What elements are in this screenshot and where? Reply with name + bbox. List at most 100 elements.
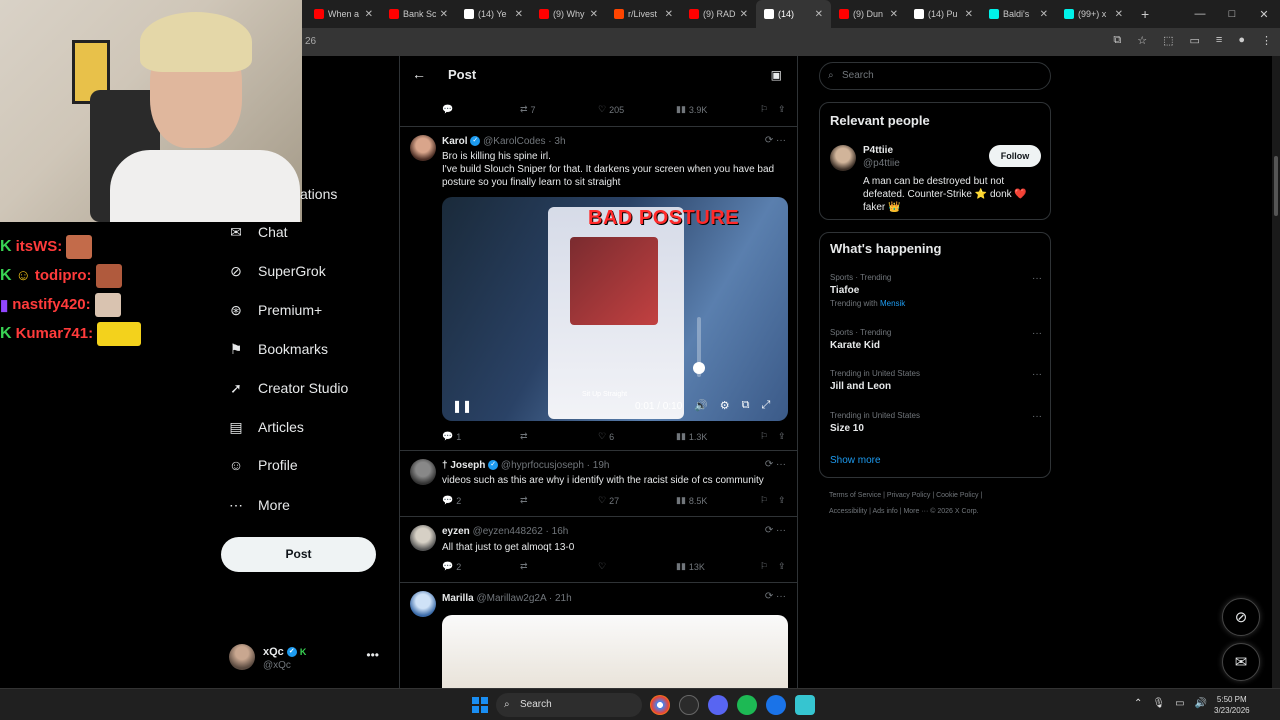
share-icon[interactable]: ⇪	[778, 431, 786, 442]
scrollbar-thumb[interactable]	[1274, 156, 1278, 216]
more-icon[interactable]: ⟳ ···	[765, 135, 786, 146]
more-icon[interactable]: ⟳ ···	[765, 459, 786, 470]
microphone-icon[interactable]: 🎙	[1152, 698, 1165, 709]
tweet[interactable]: eyzen @eyzen448262 · 16h ⟳ ··· All that …	[400, 516, 797, 582]
tweet[interactable]: † Joseph ✓ @hyprfocusjoseph · 19h ⟳ ··· …	[400, 450, 797, 516]
sidebar-item-creator-studio[interactable]: ➚ Creator Studio	[228, 380, 348, 397]
profile-icon[interactable]: ●	[1238, 34, 1245, 47]
tab-close-icon[interactable]: ✕	[515, 9, 523, 20]
reply-icon[interactable]: 💬	[442, 104, 453, 115]
back-arrow-icon[interactable]: ←	[412, 66, 426, 82]
maximize-button[interactable]: □	[1216, 8, 1248, 20]
like-button[interactable]: ♡ 27	[598, 495, 619, 506]
reply-button[interactable]: 💬 2	[442, 561, 461, 572]
footer-line[interactable]: Accessibility | Ads info | More ··· © 20…	[829, 504, 1049, 520]
share-icon[interactable]: ⇪	[778, 104, 786, 115]
views-button[interactable]: ▮▮ 1.3K	[676, 431, 707, 442]
sidebar-icon[interactable]: ▭	[1190, 34, 1200, 47]
tab-close-icon[interactable]: ✕	[365, 9, 373, 20]
like-icon[interactable]: ♡	[598, 561, 606, 572]
browser-tab[interactable]: (9) Why ✕	[531, 0, 606, 28]
new-tab-button[interactable]: +	[1131, 6, 1159, 22]
repost-button[interactable]: ⇄ 7	[520, 104, 536, 115]
network-icon[interactable]: ▭	[1175, 698, 1184, 709]
tab-close-icon[interactable]: ✕	[740, 9, 748, 20]
minimize-button[interactable]: —	[1184, 8, 1216, 20]
more-icon[interactable]: ···	[1032, 328, 1042, 339]
url-text[interactable]: 26	[305, 36, 316, 47]
tab-close-icon[interactable]: ✕	[1040, 9, 1048, 20]
avatar[interactable]	[410, 525, 436, 551]
bookmark-icon[interactable]: ⚐	[760, 561, 768, 572]
volume-icon[interactable]: 🔊	[694, 399, 708, 412]
tab-close-icon[interactable]: ✕	[890, 9, 898, 20]
settings-icon[interactable]: ⚙	[720, 399, 730, 412]
browser-tab[interactable]: (14) Ye ✕	[456, 0, 531, 28]
pip-icon[interactable]: ⧉	[742, 399, 750, 412]
tab-close-icon[interactable]: ✕	[815, 9, 823, 20]
more-icon[interactable]: ⟳ ···	[765, 525, 786, 536]
windows-start-icon[interactable]	[472, 697, 488, 713]
like-button[interactable]: ♡ 6	[598, 431, 614, 442]
media-icon[interactable]: ≡	[1216, 34, 1222, 47]
pause-icon[interactable]: ❚❚	[452, 399, 472, 413]
tweet[interactable]: Marilla @Marillaw2g2A · 21h ⟳ ···	[400, 582, 797, 688]
like-button[interactable]: ♡ 205	[598, 104, 624, 115]
menu-icon[interactable]: ⋮	[1261, 34, 1272, 47]
tab-close-icon[interactable]: ✕	[440, 9, 448, 20]
repost-icon[interactable]: ⇄	[520, 561, 528, 572]
bookmark-icon[interactable]: ⚐	[760, 495, 768, 506]
tweet[interactable]: Karol ✓ @KarolCodes · 3h ⟳ ··· Bro is ki…	[400, 126, 797, 448]
sidebar-item-chat[interactable]: ✉ Chat	[228, 224, 287, 241]
taskbar-search[interactable]: ⌕ Search	[496, 693, 642, 717]
spotify-icon[interactable]	[737, 695, 757, 715]
trend-item[interactable]: Trending in United States Size 10 ···	[830, 411, 1042, 434]
more-icon[interactable]: ···	[1032, 411, 1042, 422]
tab-close-icon[interactable]: ✕	[590, 9, 598, 20]
fullscreen-icon[interactable]: ⤢	[761, 399, 770, 412]
app-icon[interactable]	[679, 695, 699, 715]
views-button[interactable]: ▮▮ 13K	[676, 561, 705, 572]
star-icon[interactable]: ☆	[1137, 34, 1147, 47]
reply-button[interactable]: 💬 2	[442, 495, 461, 506]
views-button[interactable]: ▮▮ 3.9K	[676, 104, 707, 115]
show-more-link[interactable]: Show more	[830, 455, 881, 466]
chrome-icon[interactable]	[650, 695, 670, 715]
avatar[interactable]	[830, 145, 856, 171]
tab-close-icon[interactable]: ✕	[965, 9, 973, 20]
sidebar-item-profile[interactable]: ☺ Profile	[228, 457, 298, 473]
person-name[interactable]: P4ttiie	[863, 145, 893, 156]
tweet-image[interactable]	[442, 615, 788, 688]
more-icon[interactable]: ···	[1032, 273, 1042, 284]
clock[interactable]: 5:50 PM 3/23/2026	[1214, 694, 1250, 716]
search-input[interactable]: ⌕ Search	[819, 62, 1051, 90]
volume-knob[interactable]	[693, 362, 705, 374]
repost-icon[interactable]: ⇄	[520, 431, 528, 442]
views-button[interactable]: ▮▮ 8.5K	[676, 495, 707, 506]
more-icon[interactable]: •••	[366, 648, 379, 662]
messages-fab-icon[interactable]: ✉	[1222, 643, 1260, 681]
browser-tab[interactable]: When a ✕	[306, 0, 381, 28]
close-window-button[interactable]: ✕	[1248, 8, 1280, 21]
bookmark-icon[interactable]: ⚐	[760, 431, 768, 442]
sidebar-item-more[interactable]: ⋯ More	[228, 497, 290, 514]
follow-button[interactable]: Follow	[989, 145, 1041, 167]
trend-item[interactable]: Sports · Trending Karate Kid ···	[830, 328, 1042, 351]
app-icon[interactable]	[795, 695, 815, 715]
trend-item[interactable]: Sports · Trending Tiafoe Trending with M…	[830, 273, 1042, 308]
browser-tab[interactable]: (14) Pu ✕	[906, 0, 981, 28]
browser-tab[interactable]: (99+) x ✕	[1056, 0, 1131, 28]
trend-link[interactable]: Mensik	[880, 299, 905, 308]
scrollbar[interactable]	[1272, 56, 1280, 688]
sidebar-item-articles[interactable]: ▤ Articles	[228, 419, 304, 436]
volume-icon[interactable]: 🔊	[1195, 698, 1207, 709]
share-icon[interactable]: ⇪	[778, 495, 786, 506]
discord-icon[interactable]	[708, 695, 728, 715]
video-player[interactable]: BAD POSTURE Sit Up Straight ❚❚ 0:01 / 0:…	[442, 197, 788, 421]
avatar[interactable]	[410, 459, 436, 485]
grok-fab-icon[interactable]: ⊘	[1222, 598, 1260, 636]
tab-close-icon[interactable]: ✕	[665, 9, 673, 20]
repost-icon[interactable]: ⇄	[520, 495, 528, 506]
browser-tab[interactable]: (9) Dun ✕	[831, 0, 906, 28]
post-button[interactable]: Post	[221, 537, 376, 572]
